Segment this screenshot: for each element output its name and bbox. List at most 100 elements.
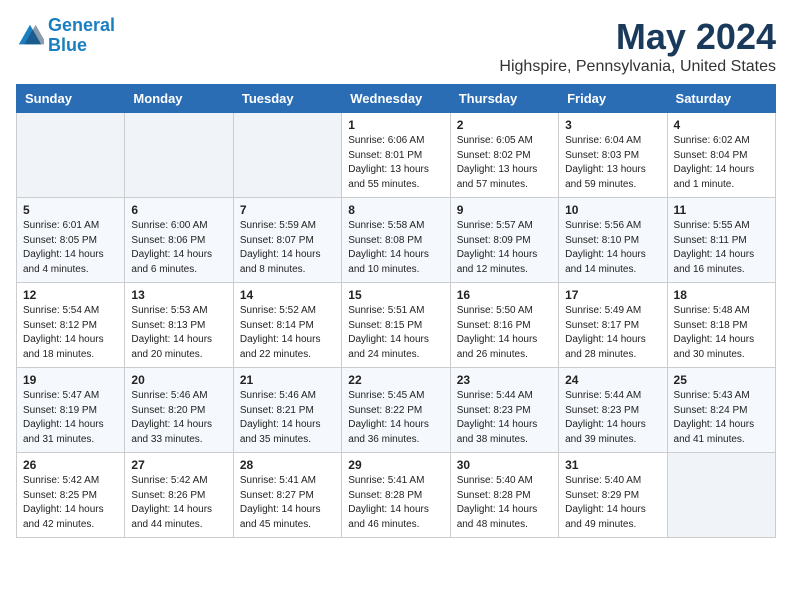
calendar-cell: 19 Sunrise: 5:47 AMSunset: 8:19 PMDayligh…	[17, 368, 125, 453]
page-header: General Blue May 2024 Highspire, Pennsyl…	[16, 16, 776, 76]
day-number: 7	[240, 203, 335, 217]
day-number: 31	[565, 458, 660, 472]
day-info: Sunrise: 5:44 AMSunset: 8:23 PMDaylight:…	[565, 389, 660, 447]
day-info: Sunrise: 5:41 AMSunset: 8:27 PMDaylight:…	[240, 474, 335, 532]
day-number: 13	[131, 288, 226, 302]
calendar-cell: 24 Sunrise: 5:44 AMSunset: 8:23 PMDayligh…	[559, 368, 667, 453]
day-number: 6	[131, 203, 226, 217]
day-number: 23	[457, 373, 552, 387]
day-number: 17	[565, 288, 660, 302]
calendar-cell: 2 Sunrise: 6:05 AMSunset: 8:02 PMDaylight…	[450, 113, 558, 198]
weekday-header-sunday: Sunday	[17, 85, 125, 113]
day-info: Sunrise: 6:06 AMSunset: 8:01 PMDaylight:…	[348, 134, 443, 192]
calendar-cell: 15Sunrise: 5:51 AMSunset: 8:15 PMDayligh…	[342, 283, 450, 368]
calendar-week-1: 1Sunrise: 6:06 AMSunset: 8:01 PMDaylight…	[17, 113, 776, 198]
day-number: 18	[674, 288, 769, 302]
day-info: Sunrise: 5:58 AMSunset: 8:08 PMDaylight:…	[348, 219, 443, 277]
day-number: 30	[457, 458, 552, 472]
day-info: Sunrise: 6:00 AMSunset: 8:06 PMDaylight:…	[131, 219, 226, 277]
day-info: Sunrise: 5:40 AMSunset: 8:28 PMDaylight:…	[457, 474, 552, 532]
day-number: 24	[565, 373, 660, 387]
logo-text: General Blue	[48, 16, 115, 56]
calendar-cell: 14 Sunrise: 5:52 AMSunset: 8:14 PMDayligh…	[233, 283, 341, 368]
calendar-cell	[233, 113, 341, 198]
day-number: 10	[565, 203, 660, 217]
weekday-header-row: SundayMondayTuesdayWednesdayThursdayFrid…	[17, 85, 776, 113]
day-number: 19	[23, 373, 118, 387]
day-info: Sunrise: 6:02 AMSunset: 8:04 PMDaylight:…	[674, 134, 769, 192]
day-info: Sunrise: 6:01 AMSunset: 8:05 PMDaylight:…	[23, 219, 118, 277]
day-number: 14	[240, 288, 335, 302]
calendar-cell: 1Sunrise: 6:06 AMSunset: 8:01 PMDaylight…	[342, 113, 450, 198]
calendar-cell: 6 Sunrise: 6:00 AMSunset: 8:06 PMDaylight…	[125, 198, 233, 283]
calendar-cell: 8 Sunrise: 5:58 AMSunset: 8:08 PMDaylight…	[342, 198, 450, 283]
title-block: May 2024 Highspire, Pennsylvania, United…	[499, 16, 776, 76]
day-number: 12	[23, 288, 118, 302]
day-info: Sunrise: 5:40 AMSunset: 8:29 PMDaylight:…	[565, 474, 660, 532]
day-info: Sunrise: 5:42 AMSunset: 8:25 PMDaylight:…	[23, 474, 118, 532]
calendar-cell: 11 Sunrise: 5:55 AMSunset: 8:11 PMDayligh…	[667, 198, 775, 283]
day-info: Sunrise: 5:47 AMSunset: 8:19 PMDaylight:…	[23, 389, 118, 447]
day-info: Sunrise: 5:46 AMSunset: 8:20 PMDaylight:…	[131, 389, 226, 447]
weekday-header-wednesday: Wednesday	[342, 85, 450, 113]
calendar-cell	[667, 453, 775, 538]
day-info: Sunrise: 5:48 AMSunset: 8:18 PMDaylight:…	[674, 304, 769, 362]
day-info: Sunrise: 5:44 AMSunset: 8:23 PMDaylight:…	[457, 389, 552, 447]
day-number: 11	[674, 203, 769, 217]
location: Highspire, Pennsylvania, United States	[499, 58, 776, 76]
calendar-cell: 27Sunrise: 5:42 AMSunset: 8:26 PMDayligh…	[125, 453, 233, 538]
day-info: Sunrise: 5:55 AMSunset: 8:11 PMDaylight:…	[674, 219, 769, 277]
day-number: 15	[348, 288, 443, 302]
calendar-cell: 13 Sunrise: 5:53 AMSunset: 8:13 PMDayligh…	[125, 283, 233, 368]
day-info: Sunrise: 5:52 AMSunset: 8:14 PMDaylight:…	[240, 304, 335, 362]
day-info: Sunrise: 5:56 AMSunset: 8:10 PMDaylight:…	[565, 219, 660, 277]
calendar-cell: 5 Sunrise: 6:01 AMSunset: 8:05 PMDaylight…	[17, 198, 125, 283]
day-info: Sunrise: 5:41 AMSunset: 8:28 PMDaylight:…	[348, 474, 443, 532]
day-info: Sunrise: 5:50 AMSunset: 8:16 PMDaylight:…	[457, 304, 552, 362]
day-number: 26	[23, 458, 118, 472]
calendar-cell: 7 Sunrise: 5:59 AMSunset: 8:07 PMDaylight…	[233, 198, 341, 283]
day-number: 21	[240, 373, 335, 387]
day-number: 20	[131, 373, 226, 387]
day-info: Sunrise: 5:54 AMSunset: 8:12 PMDaylight:…	[23, 304, 118, 362]
calendar-cell: 4Sunrise: 6:02 AMSunset: 8:04 PMDaylight…	[667, 113, 775, 198]
calendar-cell: 17Sunrise: 5:49 AMSunset: 8:17 PMDayligh…	[559, 283, 667, 368]
calendar-cell	[17, 113, 125, 198]
day-number: 25	[674, 373, 769, 387]
day-info: Sunrise: 5:46 AMSunset: 8:21 PMDaylight:…	[240, 389, 335, 447]
calendar-cell: 10 Sunrise: 5:56 AMSunset: 8:10 PMDayligh…	[559, 198, 667, 283]
weekday-header-friday: Friday	[559, 85, 667, 113]
logo-icon	[16, 22, 44, 50]
calendar-cell: 16Sunrise: 5:50 AMSunset: 8:16 PMDayligh…	[450, 283, 558, 368]
calendar-cell: 26 Sunrise: 5:42 AMSunset: 8:25 PMDayligh…	[17, 453, 125, 538]
calendar-week-2: 5 Sunrise: 6:01 AMSunset: 8:05 PMDaylight…	[17, 198, 776, 283]
calendar-cell: 31 Sunrise: 5:40 AMSunset: 8:29 PMDayligh…	[559, 453, 667, 538]
calendar-cell: 3Sunrise: 6:04 AMSunset: 8:03 PMDaylight…	[559, 113, 667, 198]
weekday-header-monday: Monday	[125, 85, 233, 113]
calendar-table: SundayMondayTuesdayWednesdayThursdayFrid…	[16, 84, 776, 538]
day-info: Sunrise: 5:53 AMSunset: 8:13 PMDaylight:…	[131, 304, 226, 362]
calendar-cell	[125, 113, 233, 198]
day-number: 5	[23, 203, 118, 217]
weekday-header-saturday: Saturday	[667, 85, 775, 113]
day-number: 2	[457, 118, 552, 132]
day-info: Sunrise: 5:43 AMSunset: 8:24 PMDaylight:…	[674, 389, 769, 447]
day-number: 3	[565, 118, 660, 132]
day-info: Sunrise: 5:59 AMSunset: 8:07 PMDaylight:…	[240, 219, 335, 277]
day-info: Sunrise: 5:42 AMSunset: 8:26 PMDaylight:…	[131, 474, 226, 532]
day-number: 28	[240, 458, 335, 472]
day-number: 22	[348, 373, 443, 387]
day-number: 9	[457, 203, 552, 217]
day-info: Sunrise: 5:57 AMSunset: 8:09 PMDaylight:…	[457, 219, 552, 277]
day-number: 8	[348, 203, 443, 217]
day-info: Sunrise: 6:05 AMSunset: 8:02 PMDaylight:…	[457, 134, 552, 192]
calendar-cell: 25 Sunrise: 5:43 AMSunset: 8:24 PMDayligh…	[667, 368, 775, 453]
calendar-cell: 20 Sunrise: 5:46 AMSunset: 8:20 PMDayligh…	[125, 368, 233, 453]
calendar-cell: 18 Sunrise: 5:48 AMSunset: 8:18 PMDayligh…	[667, 283, 775, 368]
month-title: May 2024	[499, 16, 776, 58]
calendar-cell: 28 Sunrise: 5:41 AMSunset: 8:27 PMDayligh…	[233, 453, 341, 538]
weekday-header-thursday: Thursday	[450, 85, 558, 113]
weekday-header-tuesday: Tuesday	[233, 85, 341, 113]
calendar-cell: 23 Sunrise: 5:44 AMSunset: 8:23 PMDayligh…	[450, 368, 558, 453]
logo: General Blue	[16, 16, 115, 56]
